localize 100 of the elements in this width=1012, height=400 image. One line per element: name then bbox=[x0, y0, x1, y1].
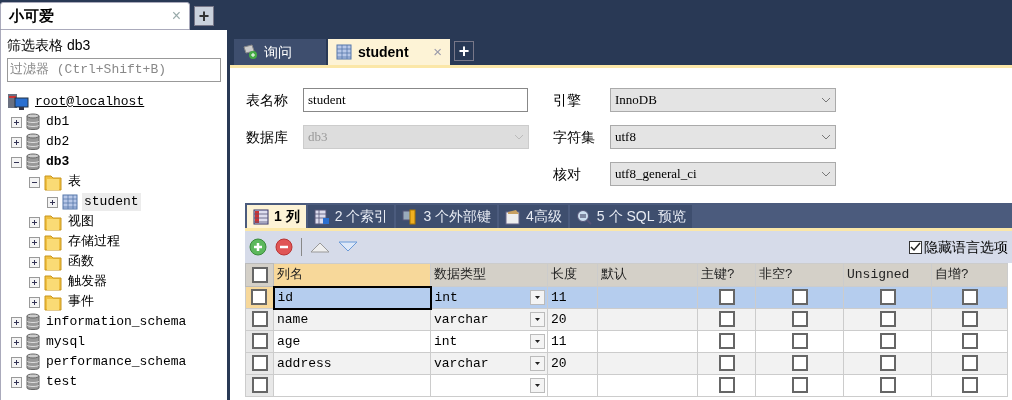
table-icon bbox=[62, 194, 78, 210]
connection-link[interactable]: root@localhost bbox=[33, 93, 147, 111]
checkbox[interactable] bbox=[961, 289, 978, 306]
column-header[interactable]: Unsigned bbox=[843, 263, 932, 287]
new-tab-button[interactable]: + bbox=[454, 41, 474, 61]
checkbox[interactable] bbox=[251, 289, 268, 306]
checkbox[interactable] bbox=[961, 333, 978, 350]
tree-item[interactable]: 存储过程 bbox=[66, 233, 122, 251]
tree-item[interactable]: 触发器 bbox=[66, 273, 109, 291]
app-tab[interactable]: 小可爱 × bbox=[0, 2, 190, 30]
editor-tab[interactable]: student × bbox=[328, 39, 450, 65]
dropdown-icon[interactable] bbox=[530, 290, 545, 305]
dropdown-icon[interactable] bbox=[530, 312, 545, 327]
field-label: 核对 bbox=[553, 164, 582, 184]
checkbox[interactable] bbox=[961, 377, 978, 394]
expand-icon[interactable] bbox=[29, 256, 40, 268]
expand-icon[interactable] bbox=[29, 276, 40, 288]
checkbox[interactable] bbox=[791, 333, 808, 350]
collapse-icon[interactable] bbox=[29, 176, 40, 188]
checkbox[interactable] bbox=[251, 333, 268, 350]
column-header[interactable]: 默认 bbox=[597, 263, 698, 287]
tree-item[interactable]: 事件 bbox=[66, 293, 96, 311]
checkbox[interactable] bbox=[718, 355, 735, 372]
table-row[interactable]: id int 11 bbox=[245, 286, 1008, 309]
checkbox[interactable] bbox=[961, 311, 978, 328]
checkbox[interactable] bbox=[251, 311, 268, 328]
folder-icon bbox=[44, 213, 62, 231]
dropdown[interactable]: utf8_general_ci bbox=[610, 162, 836, 186]
column-header[interactable]: 自增? bbox=[931, 263, 1008, 287]
tree-item[interactable]: db1 bbox=[44, 113, 72, 131]
section-tab[interactable]: 5 个 SQL 预览 bbox=[569, 205, 692, 228]
table-row[interactable]: address varchar 20 bbox=[245, 352, 1008, 375]
table-row[interactable]: name varchar 20 bbox=[245, 308, 1008, 331]
expand-icon[interactable] bbox=[11, 376, 22, 388]
input-field[interactable]: student bbox=[303, 88, 528, 112]
expand-icon[interactable] bbox=[11, 116, 22, 128]
dropdown[interactable]: utf8 bbox=[610, 125, 836, 149]
tree-item[interactable]: 视图 bbox=[66, 213, 96, 231]
checkbox[interactable] bbox=[718, 333, 735, 350]
column-header[interactable]: 主键? bbox=[697, 263, 756, 287]
tree-item[interactable]: db3 bbox=[44, 153, 72, 171]
new-tab-button[interactable]: + bbox=[194, 6, 214, 26]
folder-icon bbox=[44, 253, 62, 271]
dropdown-icon[interactable] bbox=[530, 334, 545, 349]
checkbox[interactable] bbox=[791, 311, 808, 328]
dropdown[interactable]: InnoDB bbox=[610, 88, 836, 112]
column-header[interactable]: 长度 bbox=[547, 263, 598, 287]
checkbox[interactable] bbox=[879, 289, 896, 306]
column-header[interactable]: 数据类型 bbox=[430, 263, 548, 287]
expand-icon[interactable] bbox=[29, 236, 40, 248]
checkbox[interactable] bbox=[879, 333, 896, 350]
tree-item[interactable]: student bbox=[82, 193, 141, 211]
field-label: 数据库 bbox=[246, 127, 289, 147]
tree-item[interactable]: test bbox=[44, 373, 80, 391]
tree-item[interactable]: 函数 bbox=[66, 253, 96, 271]
checkbox[interactable] bbox=[879, 355, 896, 372]
checkbox[interactable] bbox=[791, 377, 808, 394]
section-tab[interactable]: 4高级 bbox=[499, 205, 568, 228]
checkbox[interactable] bbox=[251, 355, 268, 372]
table-row[interactable] bbox=[245, 374, 1008, 397]
checkbox[interactable] bbox=[909, 240, 922, 254]
chevron-icon bbox=[821, 171, 831, 177]
tree-item[interactable]: 表 bbox=[66, 173, 83, 191]
section-tab[interactable]: 1 列 bbox=[247, 205, 306, 228]
expand-icon[interactable] bbox=[11, 336, 22, 348]
tree-item[interactable]: mysql bbox=[44, 333, 87, 351]
checkbox[interactable] bbox=[791, 355, 808, 372]
tree-item[interactable]: information_schema bbox=[44, 313, 189, 331]
section-tab[interactable]: 2 个索引 bbox=[307, 205, 395, 228]
editor-tab[interactable]: 询问 bbox=[234, 39, 326, 65]
collapse-icon[interactable] bbox=[11, 156, 22, 168]
expand-icon[interactable] bbox=[29, 216, 40, 228]
dropdown-icon[interactable] bbox=[530, 378, 545, 393]
remove-icon[interactable] bbox=[275, 238, 293, 256]
expand-icon[interactable] bbox=[11, 356, 22, 368]
expand-icon[interactable] bbox=[47, 196, 58, 208]
add-icon[interactable] bbox=[249, 238, 267, 256]
search-icon bbox=[575, 208, 592, 225]
checkbox[interactable] bbox=[791, 289, 808, 306]
expand-icon[interactable] bbox=[11, 136, 22, 148]
checkbox[interactable] bbox=[879, 311, 896, 328]
dropdown-icon[interactable] bbox=[530, 356, 545, 371]
checkbox[interactable] bbox=[879, 377, 896, 394]
checkbox[interactable] bbox=[251, 377, 268, 394]
checkbox[interactable] bbox=[718, 377, 735, 394]
expand-icon[interactable] bbox=[11, 316, 22, 328]
panel-title: 筛选表格 db3 bbox=[7, 36, 92, 54]
checkbox[interactable] bbox=[251, 266, 268, 283]
tree-item[interactable]: db2 bbox=[44, 133, 72, 151]
table-cell-text: int bbox=[434, 288, 458, 307]
table-row[interactable]: age int 11 bbox=[245, 330, 1008, 353]
expand-icon[interactable] bbox=[29, 296, 40, 308]
checkbox[interactable] bbox=[961, 355, 978, 372]
column-header[interactable]: 列名 bbox=[273, 263, 431, 287]
section-tab[interactable]: 3 个外部键 bbox=[396, 205, 498, 228]
checkbox[interactable] bbox=[718, 289, 735, 306]
checkbox[interactable] bbox=[718, 311, 735, 328]
tree-item[interactable]: performance_schema bbox=[44, 353, 189, 371]
filter-field[interactable]: 过滤器 (Ctrl+Shift+B) bbox=[7, 58, 221, 82]
column-header[interactable]: 非空? bbox=[755, 263, 844, 287]
